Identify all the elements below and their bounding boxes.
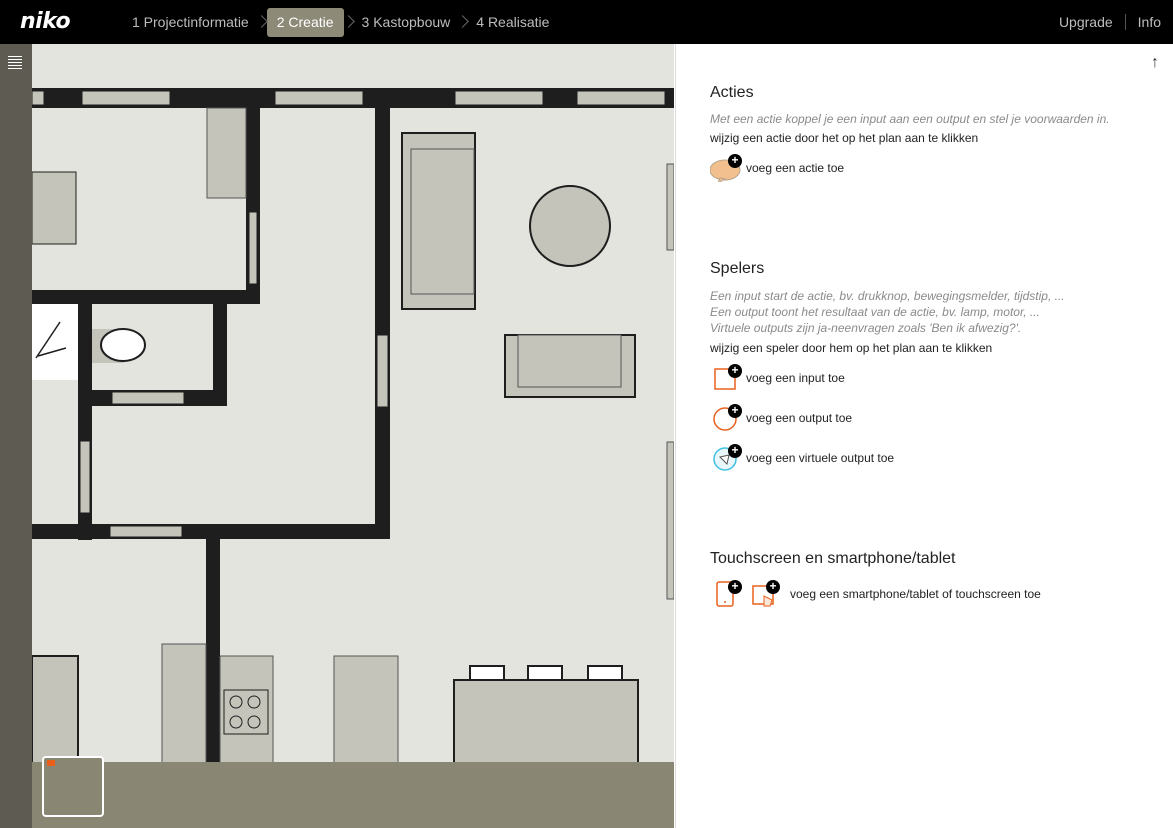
touch-title: Touchscreen en smartphone/tablet	[710, 550, 956, 567]
output-icon: +	[710, 404, 742, 432]
plus-icon: +	[766, 580, 780, 594]
top-right-links: Upgrade Info	[1059, 0, 1161, 44]
step-navigation: 1 Projectinformatie 2 Creatie 3 Kastopbo…	[124, 8, 557, 37]
floor-indicator	[47, 760, 55, 766]
upgrade-link[interactable]: Upgrade	[1059, 14, 1113, 30]
spelers-title: Spelers	[710, 260, 765, 277]
step-realisatie[interactable]: 4 Realisatie	[468, 8, 557, 37]
divider	[1124, 14, 1126, 30]
plus-icon: +	[728, 444, 742, 458]
add-output-label: voeg een output toe	[746, 411, 853, 425]
chevron-right-icon	[257, 8, 267, 37]
add-virtual-output-label: voeg een virtuele output toe	[746, 451, 895, 465]
arrow-up-icon[interactable]: ↑	[1151, 54, 1159, 72]
add-touch-device-label: voeg een smartphone/tablet of touchscree…	[790, 587, 1041, 601]
add-action-button[interactable]: + voeg een actie toe	[709, 154, 845, 185]
plus-icon: +	[728, 364, 742, 378]
creation-panel: ↑ Acties Met een actie koppel je een inp…	[675, 44, 1173, 828]
chevron-right-icon	[458, 8, 468, 37]
spelers-hint-input: Een input start de actie, bv. drukknop, …	[710, 289, 1065, 303]
niko-logo[interactable]: niko	[20, 9, 71, 34]
plus-icon: +	[728, 404, 742, 418]
smartphone-icon: +	[710, 580, 746, 608]
plus-icon: +	[728, 154, 742, 168]
floor-thumbnail[interactable]	[42, 756, 104, 817]
floor-plan-canvas[interactable]	[32, 44, 674, 828]
menu-icon[interactable]	[8, 56, 22, 72]
floor-plan-drawing[interactable]	[32, 44, 674, 828]
acties-title: Acties	[710, 84, 754, 101]
spelers-instruction: wijzig een speler door hem op het plan a…	[710, 341, 993, 355]
step-creatie[interactable]: 2 Creatie	[266, 8, 344, 37]
action-bubble-icon: +	[709, 154, 742, 185]
top-bar: niko 1 Projectinformatie 2 Creatie 3 Kas…	[0, 0, 1173, 44]
add-touch-device-button[interactable]: + + voeg een smartphone/tablet of touchs…	[710, 580, 1041, 608]
virtual-output-icon: +	[710, 444, 742, 472]
acties-instruction: wijzig een actie door het op het plan aa…	[710, 131, 979, 145]
input-icon: +	[710, 364, 742, 392]
touchscreen-icon: +	[750, 580, 786, 608]
add-action-label: voeg een actie toe	[746, 161, 845, 175]
spelers-hint-output: Een output toont het resultaat van de ac…	[710, 305, 1040, 319]
step-kastopbouw[interactable]: 3 Kastopbouw	[354, 8, 459, 37]
step-projectinformatie[interactable]: 1 Projectinformatie	[124, 8, 257, 37]
chevron-right-icon	[344, 8, 354, 37]
info-link[interactable]: Info	[1138, 14, 1161, 30]
left-sidebar	[0, 44, 32, 828]
add-input-button[interactable]: + voeg een input toe	[710, 364, 845, 392]
spelers-hint-virtual: Virtuele outputs zijn ja-neenvragen zoal…	[710, 321, 1022, 335]
acties-hint: Met een actie koppel je een input aan ee…	[710, 112, 1110, 126]
plus-icon: +	[728, 580, 742, 594]
add-virtual-output-button[interactable]: + voeg een virtuele output toe	[710, 444, 894, 472]
add-input-label: voeg een input toe	[746, 371, 845, 385]
add-output-button[interactable]: + voeg een output toe	[710, 404, 852, 432]
